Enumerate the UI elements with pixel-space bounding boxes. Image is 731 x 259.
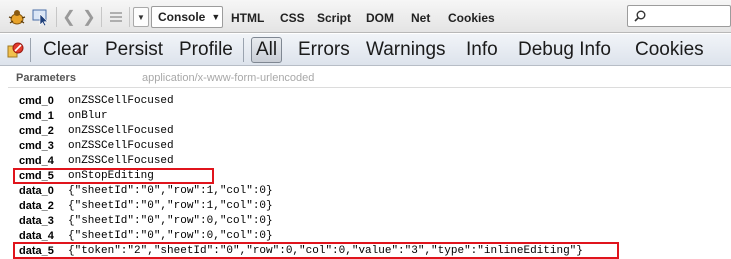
chevron-right-icon: ❯ — [82, 9, 96, 26]
param-key: cmd_0 — [19, 95, 54, 107]
param-key: cmd_3 — [19, 140, 54, 152]
param-key: cmd_2 — [19, 125, 54, 137]
back-button[interactable]: ❮ — [60, 6, 78, 28]
param-row: cmd_0 onZSSCellFocused — [18, 95, 718, 109]
firebug-toolbar: ❮ ❯ ▼ Console ▼ HTML CSS Script DOM Net … — [0, 0, 731, 33]
param-value: {"token":"2","sheetId":"0","row":0,"col"… — [68, 245, 583, 257]
clear-console-icon[interactable] — [6, 41, 24, 59]
param-key: cmd_5 — [19, 170, 54, 182]
param-row: data_5 {"token":"2","sheetId":"0","row":… — [18, 245, 718, 259]
param-key: cmd_4 — [19, 155, 54, 167]
chevron-left-icon: ❮ — [62, 9, 76, 26]
param-key: data_0 — [19, 185, 54, 197]
profile-button[interactable]: Profile — [179, 37, 233, 63]
filter-cookies[interactable]: Cookies — [635, 37, 704, 63]
toolbar-separator — [101, 7, 102, 27]
param-row: cmd_3 onZSSCellFocused — [18, 140, 718, 154]
panel-menu-dropdown[interactable]: ▼ — [133, 7, 149, 27]
tab-script[interactable]: Script — [317, 8, 351, 27]
bug-icon — [8, 10, 26, 25]
tab-console[interactable]: Console ▼ — [151, 6, 223, 28]
toolbar-separator — [129, 7, 130, 27]
tab-css[interactable]: CSS — [280, 8, 305, 27]
param-row: cmd_2 onZSSCellFocused — [18, 125, 718, 139]
param-value: {"sheetId":"0","row":0,"col":0} — [68, 215, 273, 227]
param-value: onZSSCellFocused — [68, 95, 174, 107]
caret-down-icon: ▼ — [211, 12, 221, 22]
param-key: cmd_1 — [19, 110, 54, 122]
param-key: data_4 — [19, 230, 54, 242]
param-value: {"sheetId":"0","row":1,"col":0} — [68, 185, 273, 197]
param-value: onZSSCellFocused — [68, 155, 174, 167]
param-key: data_5 — [19, 245, 54, 257]
toolbar-separator — [56, 7, 57, 27]
filter-errors[interactable]: Errors — [298, 37, 350, 63]
params-content-type: application/x-www-form-urlencoded — [142, 72, 315, 84]
param-value: {"sheetId":"0","row":0,"col":0} — [68, 230, 273, 242]
forward-button[interactable]: ❯ — [80, 6, 98, 28]
filter-warnings[interactable]: Warnings — [366, 37, 446, 63]
tab-dom[interactable]: DOM — [366, 8, 394, 27]
param-value: onZSSCellFocused — [68, 140, 174, 152]
command-line-toggle-button[interactable] — [106, 6, 126, 28]
filter-all[interactable]: All — [251, 37, 283, 63]
filter-info[interactable]: Info — [466, 37, 498, 63]
param-row: cmd_4 onZSSCellFocused — [18, 155, 718, 169]
param-row: cmd_5 onStopEditing — [18, 170, 718, 184]
params-header: Parameters application/x-www-form-urlenc… — [8, 70, 731, 88]
tab-html[interactable]: HTML — [231, 8, 264, 27]
firebug-menu-button[interactable] — [6, 6, 28, 28]
request-params-panel: Parameters application/x-www-form-urlenc… — [0, 67, 731, 259]
search-input[interactable] — [627, 5, 731, 27]
param-value: {"sheetId":"0","row":1,"col":0} — [68, 200, 273, 212]
inspect-button[interactable] — [30, 6, 52, 28]
param-row: data_4 {"sheetId":"0","row":0,"col":0} — [18, 230, 718, 244]
filter-separator — [243, 38, 244, 62]
param-value: onStopEditing — [68, 170, 154, 182]
params-title: Parameters — [16, 72, 76, 84]
persist-button[interactable]: Persist — [105, 37, 163, 63]
tab-cookies[interactable]: Cookies — [448, 8, 495, 27]
tab-console-label: Console — [158, 10, 206, 24]
param-row: data_3 {"sheetId":"0","row":0,"col":0} — [18, 215, 718, 229]
param-value: onZSSCellFocused — [68, 125, 174, 137]
caret-down-icon: ▼ — [137, 12, 145, 22]
param-key: data_3 — [19, 215, 54, 227]
param-key: data_2 — [19, 200, 54, 212]
inspect-cursor-icon — [32, 9, 49, 26]
list-icon — [110, 12, 122, 22]
filter-separator — [30, 38, 31, 62]
param-value: onBlur — [68, 110, 108, 122]
param-row: cmd_1 onBlur — [18, 110, 718, 124]
filter-debug-info[interactable]: Debug Info — [518, 37, 611, 63]
tab-net[interactable]: Net — [411, 8, 430, 27]
console-filter-bar: Clear Persist Profile All Errors Warning… — [0, 34, 731, 66]
clear-button[interactable]: Clear — [43, 37, 88, 63]
param-row: data_2 {"sheetId":"0","row":1,"col":0} — [18, 200, 718, 214]
search-icon — [634, 10, 646, 22]
param-row: data_0 {"sheetId":"0","row":1,"col":0} — [18, 185, 718, 199]
